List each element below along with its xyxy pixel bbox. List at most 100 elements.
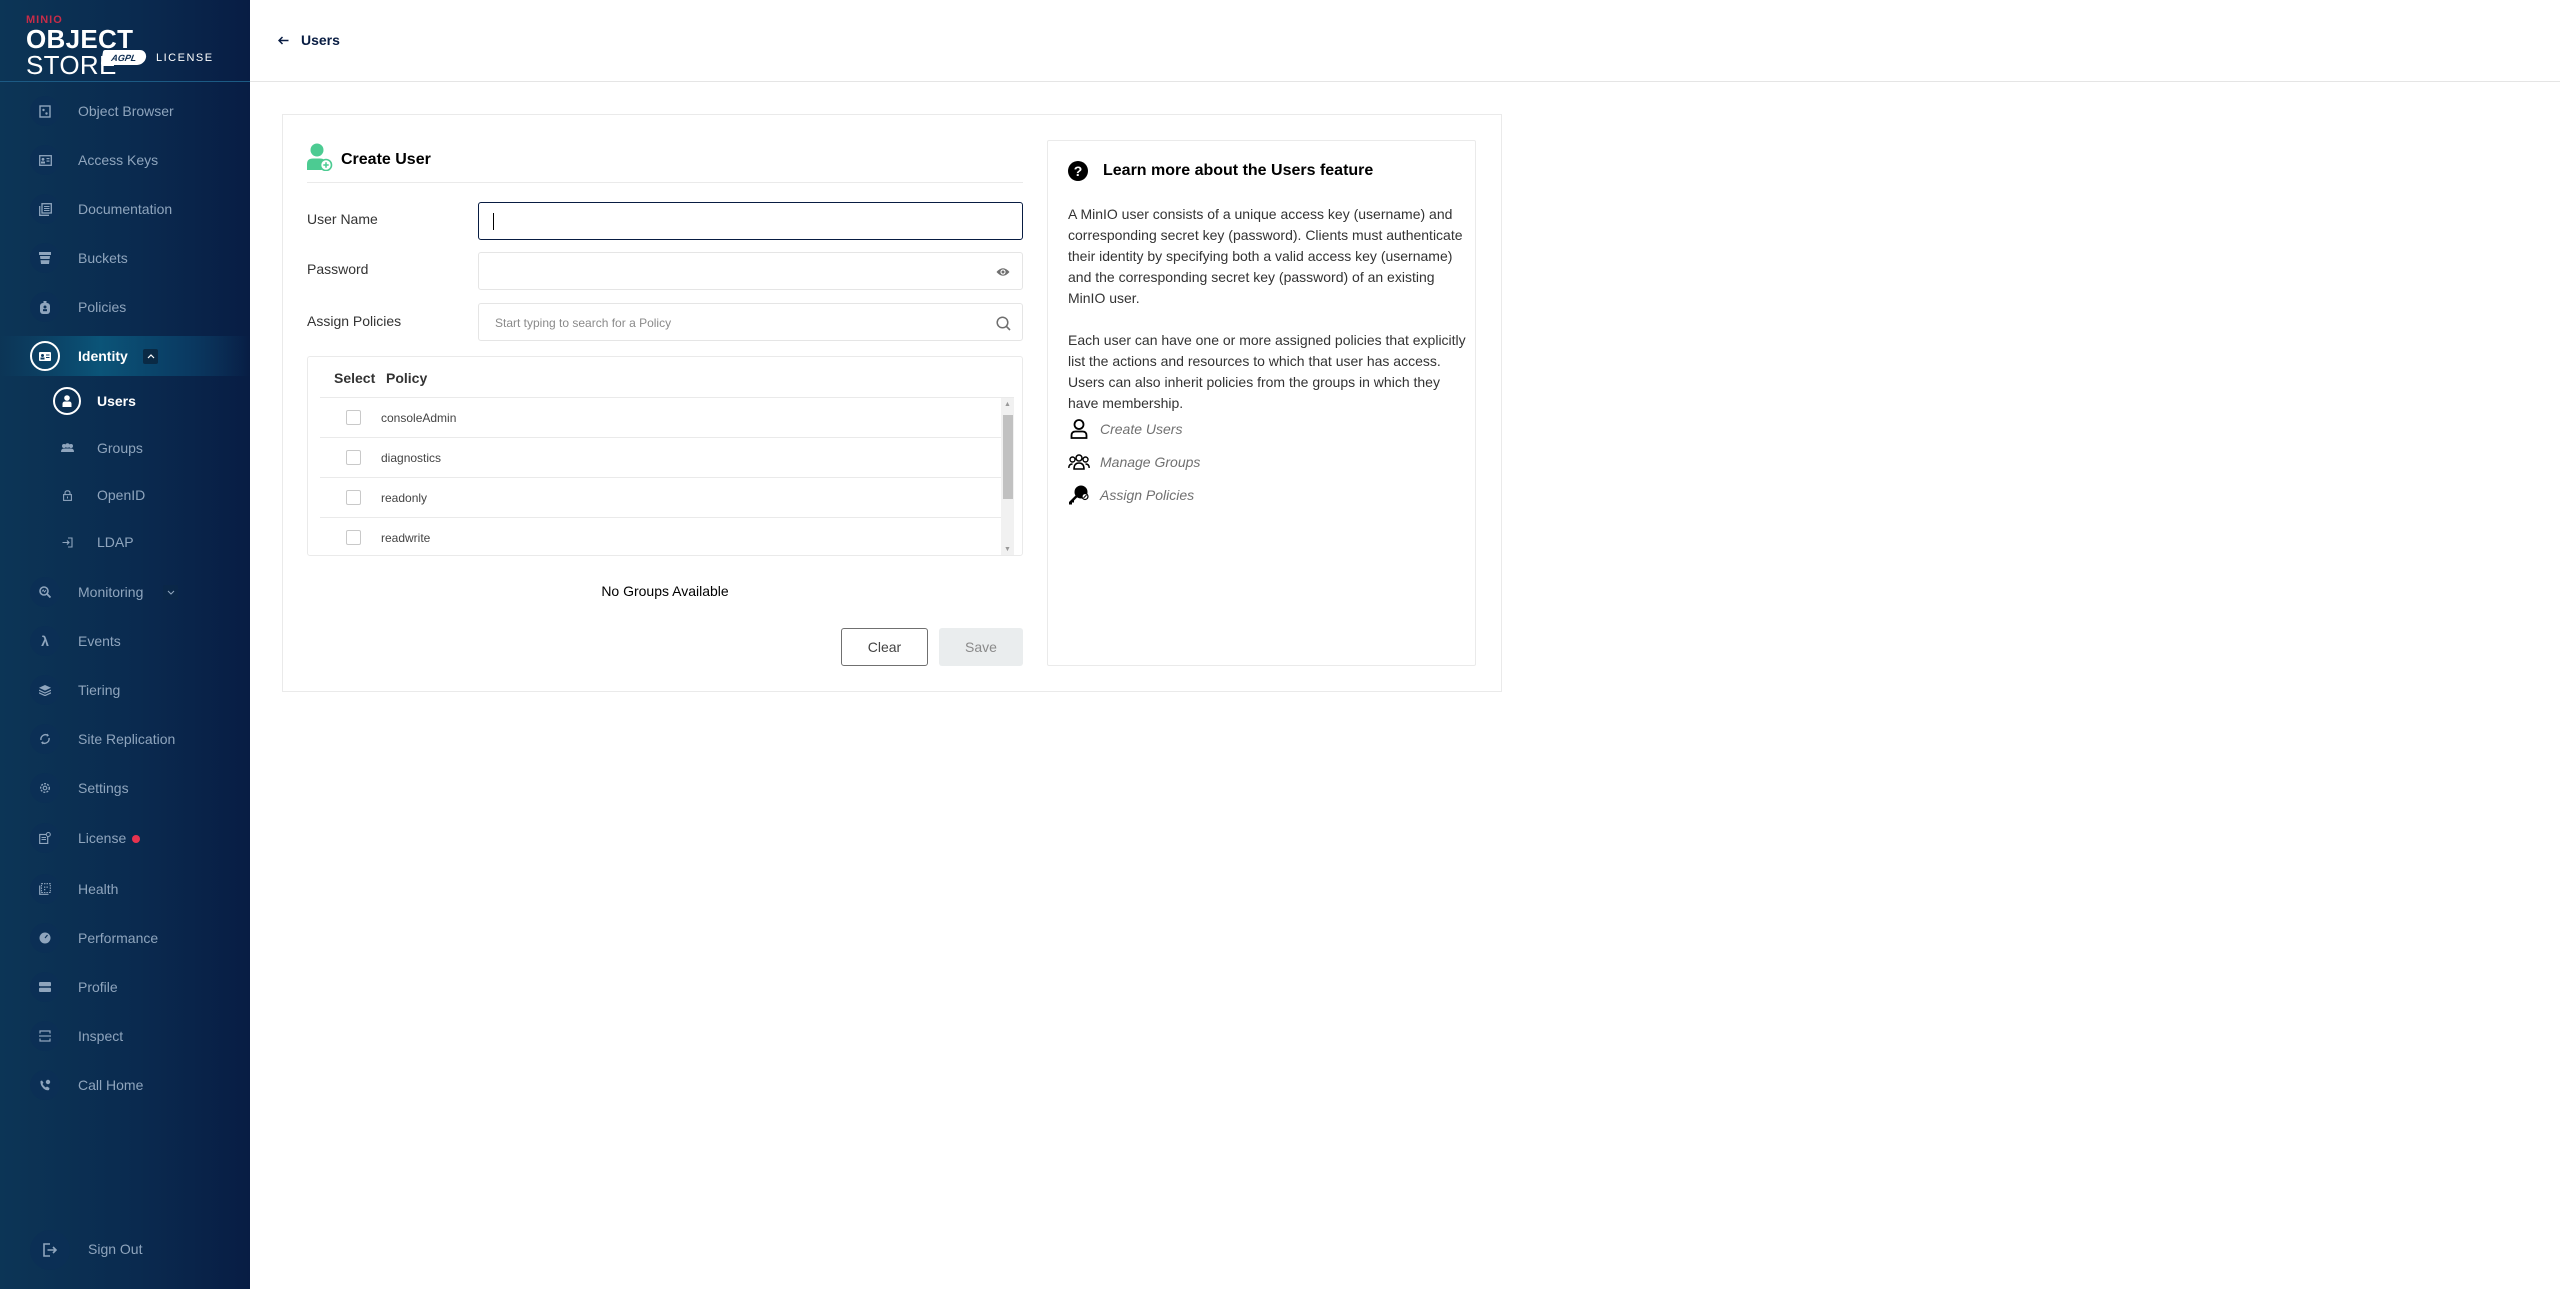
sidebar-item-access-keys[interactable]: Access Keys: [0, 140, 250, 180]
chevron-up-icon[interactable]: [143, 348, 158, 364]
sidebar-item-policies[interactable]: Policies: [0, 287, 250, 327]
sidebar-item-call-home[interactable]: Call Home: [0, 1065, 250, 1105]
policy-search-input[interactable]: Start typing to search for a Policy: [478, 303, 1023, 341]
policy-row[interactable]: diagnostics: [320, 438, 1001, 478]
health-icon: [30, 874, 60, 904]
sidebar-item-health[interactable]: Health: [0, 869, 250, 909]
policy-checkbox[interactable]: [346, 530, 361, 545]
eye-icon[interactable]: [994, 263, 1012, 281]
sidebar-subitem-label: OpenID: [97, 487, 146, 503]
password-label: Password: [307, 261, 369, 277]
arrow-left-icon: [277, 32, 289, 48]
license-text: LICENSE: [156, 51, 214, 64]
sidebar-item-label: Performance: [78, 930, 159, 946]
policy-checkbox[interactable]: [346, 490, 361, 505]
save-button[interactable]: Save: [939, 628, 1023, 666]
policies-icon: [30, 292, 60, 322]
add-user-icon: [307, 143, 333, 176]
sidebar-item-tiering[interactable]: Tiering: [0, 670, 250, 710]
sidebar-item-label: Health: [78, 881, 119, 897]
sidebar-item-monitoring[interactable]: Monitoring: [0, 572, 250, 612]
sign-out-button[interactable]: Sign Out: [0, 1230, 250, 1270]
policy-row[interactable]: readonly: [320, 478, 1001, 518]
license-badge: AGPL LICENSE: [100, 50, 214, 65]
clear-button[interactable]: Clear: [841, 628, 928, 666]
sidebar-subitem-ldap[interactable]: LDAP: [0, 524, 250, 560]
username-input[interactable]: [478, 202, 1023, 240]
sidebar-item-settings[interactable]: Settings: [0, 768, 250, 808]
sidebar-item-label: Buckets: [78, 250, 128, 266]
gear-icon: [30, 773, 60, 803]
sidebar-item-site-replication[interactable]: Site Replication: [0, 719, 250, 759]
minio-logo[interactable]: MINIO OBJECT STORE AGPL LICENSE: [26, 14, 226, 78]
sidebar-item-events[interactable]: λ Events: [0, 621, 250, 661]
policy-name: readonly: [381, 491, 428, 505]
form-title: Create User: [307, 143, 431, 176]
sidebar-item-object-browser[interactable]: Object Browser: [0, 91, 250, 131]
assign-policies-label: Assign Policies: [307, 313, 402, 329]
sidebar-item-label: Settings: [78, 780, 129, 796]
sign-out-icon: [30, 1230, 70, 1270]
tiering-icon: [30, 675, 60, 705]
username-label: User Name: [307, 211, 378, 227]
help-title: ? Learn more about the Users feature: [1068, 161, 1373, 181]
license-icon: [30, 823, 60, 853]
sidebar-subitem-openid[interactable]: OpenID: [0, 477, 250, 513]
back-to-users-link[interactable]: Users: [277, 32, 340, 48]
help-link-create-users[interactable]: Create Users: [1068, 418, 1182, 440]
call-home-icon: [30, 1070, 60, 1100]
help-question-icon: ?: [1068, 161, 1088, 181]
sidebar-subitem-label: Users: [97, 393, 136, 409]
inspect-icon: [30, 1021, 60, 1051]
divider: [0, 81, 250, 82]
agpl-logo: AGPL: [100, 50, 148, 65]
sidebar-item-label: Access Keys: [78, 152, 159, 168]
back-label: Users: [301, 32, 340, 48]
sidebar-item-label: Events: [78, 633, 121, 649]
policy-name: readwrite: [381, 531, 431, 545]
policy-checkbox[interactable]: [346, 450, 361, 465]
sidebar-item-performance[interactable]: Performance: [0, 918, 250, 958]
sidebar-item-profile[interactable]: Profile: [0, 967, 250, 1007]
sign-out-label: Sign Out: [88, 1241, 143, 1257]
policy-table: Select Policy consoleAdmin diagnostics r…: [307, 356, 1023, 556]
performance-icon: [30, 923, 60, 953]
sidebar-subitem-label: LDAP: [97, 534, 134, 550]
policy-row[interactable]: readwrite: [320, 518, 1001, 555]
scrollbar-thumb[interactable]: [1003, 415, 1013, 499]
sidebar-item-inspect[interactable]: Inspect: [0, 1016, 250, 1056]
help-link-manage-groups[interactable]: Manage Groups: [1068, 451, 1200, 473]
sidebar-item-label: Inspect: [78, 1028, 124, 1044]
identity-icon: [30, 341, 60, 371]
scroll-down-arrow-icon[interactable]: ▼: [1001, 543, 1014, 555]
search-icon[interactable]: [994, 314, 1012, 332]
groups-icon: [53, 434, 81, 462]
lock-icon: [53, 481, 81, 509]
policy-row[interactable]: consoleAdmin: [320, 398, 1001, 438]
policy-checkbox[interactable]: [346, 410, 361, 425]
documentation-icon: [30, 194, 60, 224]
sidebar-item-documentation[interactable]: Documentation: [0, 189, 250, 229]
column-header-select: Select: [334, 370, 376, 386]
key-icon: [1068, 484, 1090, 506]
password-input[interactable]: [478, 252, 1023, 290]
policy-table-scrollbar[interactable]: ▲ ▼: [1001, 398, 1014, 555]
sidebar-item-label: Object Browser: [78, 103, 174, 119]
help-box: ? Learn more about the Users feature A M…: [1047, 140, 1476, 666]
chevron-down-icon[interactable]: [163, 584, 178, 600]
policy-name: consoleAdmin: [381, 411, 457, 425]
sidebar-item-license[interactable]: License: [0, 818, 250, 858]
column-header-policy: Policy: [386, 370, 428, 386]
sidebar-subitem-groups[interactable]: Groups: [0, 430, 250, 466]
scroll-up-arrow-icon[interactable]: ▲: [1001, 398, 1014, 411]
form-title-text: Create User: [341, 150, 431, 168]
sidebar-item-identity[interactable]: Identity: [0, 336, 250, 376]
sidebar-item-buckets[interactable]: Buckets: [0, 238, 250, 278]
no-groups-message: No Groups Available: [601, 583, 729, 599]
sidebar-item-label: License: [78, 830, 141, 846]
sidebar-item-label: Tiering: [78, 682, 121, 698]
sidebar-item-label: Documentation: [78, 201, 173, 217]
sidebar-subitem-users[interactable]: Users: [0, 383, 250, 419]
sidebar-subitem-label: Groups: [97, 440, 143, 456]
help-link-assign-policies[interactable]: Assign Policies: [1068, 484, 1194, 506]
